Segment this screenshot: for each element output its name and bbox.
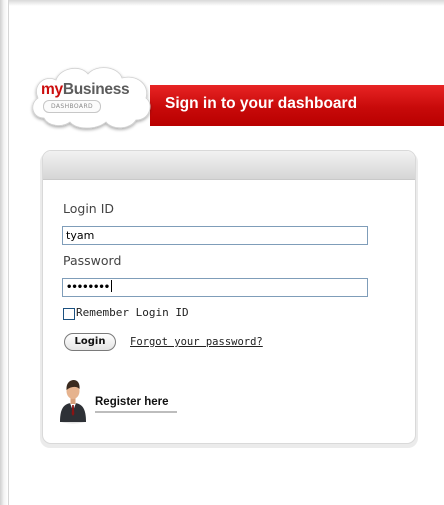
remember-login-checkbox[interactable] bbox=[63, 308, 75, 320]
register-link[interactable]: Register here bbox=[95, 396, 169, 408]
window-left-edge bbox=[0, 0, 8, 505]
logo-subtitle: DASHBOARD bbox=[43, 100, 101, 113]
logo-prefix: my bbox=[41, 81, 63, 98]
login-id-label: Login ID bbox=[63, 201, 115, 216]
user-avatar-icon[interactable] bbox=[58, 378, 88, 424]
password-value: •••••••• bbox=[66, 282, 110, 293]
forgot-password-link[interactable]: Forgot your password? bbox=[130, 336, 263, 348]
text-caret bbox=[111, 280, 113, 292]
page-window: Sign in to your dashboard myBusiness DAS… bbox=[0, 0, 444, 505]
password-label: Password bbox=[63, 253, 122, 268]
logo-wordmark: myBusiness bbox=[41, 81, 130, 99]
password-input[interactable]: •••••••• bbox=[62, 278, 368, 297]
logo-name: Business bbox=[62, 81, 130, 98]
panel-header-bar bbox=[43, 151, 415, 180]
remember-login-label[interactable]: Remember Login ID bbox=[76, 306, 189, 319]
register-underline bbox=[95, 411, 177, 413]
window-left-border bbox=[8, 0, 9, 505]
login-id-input[interactable]: tyam bbox=[62, 226, 368, 245]
banner-title: Sign in to your dashboard bbox=[165, 95, 358, 112]
window-top-edge bbox=[0, 0, 444, 6]
login-id-value: tyam bbox=[66, 229, 95, 242]
login-button[interactable]: Login bbox=[64, 333, 116, 351]
